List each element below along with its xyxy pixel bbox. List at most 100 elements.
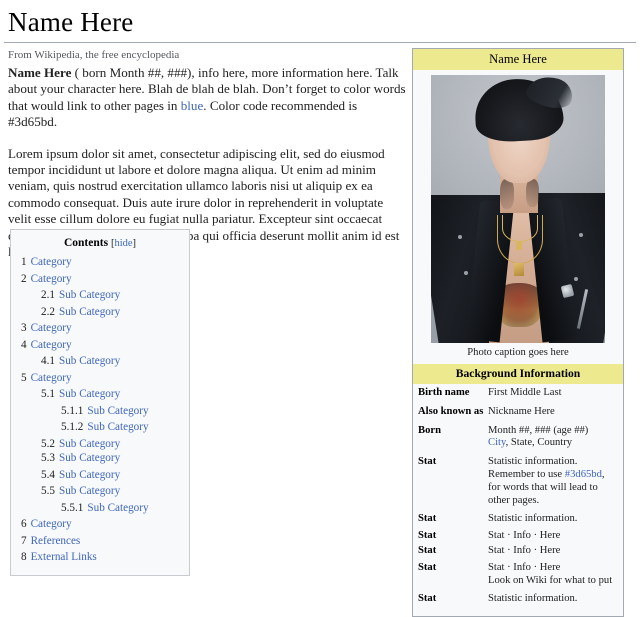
infobox-row: Stat Stat · Info · Here Look on Wiki for w… <box>413 559 623 591</box>
toc-item[interactable]: 4.1 Sub Category <box>17 355 183 369</box>
infobox-row-label: Stat <box>418 513 437 525</box>
toc-item-label[interactable]: External Links <box>31 551 97 563</box>
infobox-row-label: Stat <box>418 530 437 542</box>
infobox-value-text: Statistic information. <box>488 593 578 605</box>
site-tagline: From Wikipedia, the free encyclopedia <box>8 49 180 61</box>
toc-item[interactable]: 7 References <box>17 535 183 549</box>
infobox: Name Here Photo caption goes here Backgr… <box>412 48 624 617</box>
toc-item[interactable]: 5.1.2 Sub Category <box>17 421 183 435</box>
toc-item-number: 2 <box>21 272 27 285</box>
toc-item[interactable]: 5.5 Sub Category <box>17 485 183 499</box>
toc-item-number: 5.5 <box>41 485 55 497</box>
portrait-photo[interactable] <box>431 75 605 343</box>
infobox-row-label: Birth name <box>418 387 470 398</box>
toc-item[interactable]: 3 Category <box>17 322 183 336</box>
infobox-bottom-spacer <box>413 609 623 616</box>
lead-paragraph: Name Here ( born Month ##, ###), info he… <box>8 65 406 131</box>
toc-item-number: 5.1.2 <box>61 421 84 433</box>
toc-item[interactable]: 5.1 Sub Category <box>17 388 183 402</box>
toc-item-label[interactable]: Sub Category <box>59 485 120 497</box>
toc-item[interactable]: 5.1.1 Sub Category <box>17 405 183 419</box>
infobox-row: Birth name First Middle Last <box>413 384 623 403</box>
infobox-row: Stat Statistic information. Remember to u… <box>413 453 623 510</box>
toc-item[interactable]: 5.2 Sub Category <box>17 438 183 452</box>
toc-item-label[interactable]: Category <box>31 518 72 530</box>
infobox-table: Birth name First Middle Last Also known as… <box>413 384 623 609</box>
infobox-value-text: Stat · Info · Here <box>488 530 561 542</box>
toc-item-label[interactable]: Sub Category <box>59 469 120 481</box>
toc-item-label[interactable]: Sub Category <box>59 289 120 301</box>
neck-tattoo-left <box>500 179 514 209</box>
infobox-value-text: Look on Wiki for what to put <box>488 574 613 586</box>
toc-heading: Contents [hide] <box>17 236 183 251</box>
toc-item[interactable]: 2 Category <box>17 273 183 287</box>
toc-hide-link[interactable]: hide <box>114 238 132 249</box>
toc-item[interactable]: 4 Category <box>17 339 183 353</box>
toc-item-label[interactable]: Category <box>31 322 72 334</box>
toc-item-label[interactable]: Sub Category <box>59 452 120 464</box>
toc-toggle-bracket-close: ] <box>132 238 137 249</box>
infobox-row: Stat Stat · Info · Here <box>413 529 623 544</box>
toc-item-label[interactable]: Category <box>31 273 72 285</box>
pendant-small <box>516 241 522 250</box>
toc-item[interactable]: 5.5.1 Sub Category <box>17 502 183 516</box>
toc-list: 1 Category 2 Category 2.1 Sub Category 2.2 Sub … <box>17 256 183 565</box>
infobox-section-header: Background Information <box>413 364 623 384</box>
toc-item-label[interactable]: Category <box>31 372 72 384</box>
infobox-value-link[interactable]: City <box>488 437 506 448</box>
infobox-row-value: Stat · Info · Here Look on Wiki for what … <box>488 559 623 591</box>
infobox-row-value: Nickname Here <box>488 403 623 422</box>
toc-item-number: 1 <box>21 256 27 268</box>
infobox-row-label: Stat <box>418 544 437 556</box>
toc-item-number: 3 <box>21 322 27 334</box>
toc-item-label[interactable]: Sub Category <box>59 388 120 400</box>
lead-subject-name: Name Here <box>8 65 72 80</box>
infobox-value-link[interactable]: #3d65bd <box>565 469 602 480</box>
toc-item-number: 2.2 <box>41 305 55 318</box>
infobox-row-value: Stat · Info · Here <box>488 544 623 559</box>
toc-item-number: 2.1 <box>41 289 55 301</box>
infobox-row-value: Statistic information. <box>488 510 623 529</box>
toc-item-label[interactable]: Sub Category <box>87 405 148 417</box>
title-divider <box>4 42 636 43</box>
infobox-title: Name Here <box>413 49 623 70</box>
toc-item[interactable]: 5.3 Sub Category <box>17 452 183 466</box>
toc-item-label[interactable]: Sub Category <box>87 502 148 514</box>
toc-item[interactable]: 8 External Links <box>17 551 183 565</box>
infobox-value-text: Nickname Here <box>488 405 555 417</box>
toc-item[interactable]: 5.4 Sub Category <box>17 469 183 483</box>
infobox-image-container <box>413 70 623 343</box>
necklace-short <box>502 215 538 242</box>
toc-item-number: 5 <box>21 371 27 384</box>
jacket-stud <box>574 277 578 281</box>
toc-item-label[interactable]: References <box>31 535 81 547</box>
toc-item-number: 5.4 <box>41 468 55 481</box>
infobox-value-text: , State, Country <box>505 437 573 449</box>
toc-item-label[interactable]: Sub Category <box>59 306 120 318</box>
infobox-value-text: Stat · Info · Here <box>488 561 561 573</box>
toc-item[interactable]: 6 Category <box>17 518 183 532</box>
infobox-row-value: Statistic information. Remember to use #… <box>488 453 623 510</box>
toc-item[interactable]: 2.2 Sub Category <box>17 306 183 320</box>
pendant-large <box>514 263 524 276</box>
infobox-value-text: Month ##, ### (age ##) <box>488 424 589 436</box>
infobox-row: Stat Statistic information. <box>413 590 623 609</box>
toc-item[interactable]: 1 Category <box>17 256 183 270</box>
toc-title-label: Contents <box>63 237 109 249</box>
toc-item[interactable]: 5 Category <box>17 372 183 386</box>
blue-link[interactable]: blue <box>181 98 204 113</box>
toc-item-number: 8 <box>21 551 27 563</box>
toc-item-label[interactable]: Category <box>31 339 72 351</box>
infobox-row-label: Also known as <box>418 405 484 417</box>
toc-item-label[interactable]: Category <box>31 256 72 268</box>
toc-item-number: 5.1 <box>41 388 55 400</box>
infobox-row-label: Born <box>418 424 441 436</box>
toc-item-label[interactable]: Sub Category <box>59 438 120 450</box>
toc-item[interactable]: 2.1 Sub Category <box>17 289 183 303</box>
toc-toggle[interactable]: [hide] <box>111 238 136 249</box>
infobox-row: Stat Statistic information. <box>413 510 623 529</box>
toc-item-label[interactable]: Sub Category <box>59 355 120 367</box>
toc-item-label[interactable]: Sub Category <box>87 421 148 433</box>
toc-item-number: 4 <box>21 338 27 351</box>
jacket-stud <box>458 235 462 239</box>
